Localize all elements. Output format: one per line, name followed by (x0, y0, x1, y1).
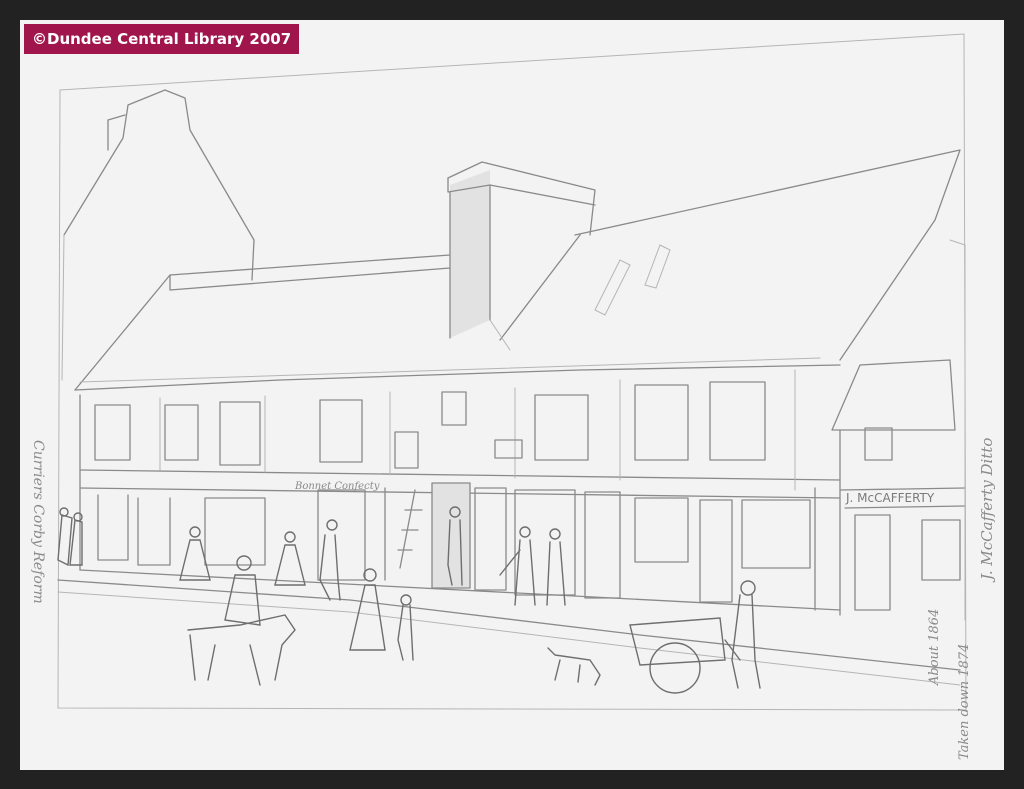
left-gable-house (61, 89, 255, 381)
building-facade-ground (79, 482, 841, 611)
inscription-mccafferty-ditto: J. McCafferty Ditto (978, 438, 996, 583)
group-of-people-left (57, 507, 83, 567)
pencil-sketch-street-scene: J. McCAFFERTY Bonnet Confecty Curriers C… (30, 33, 996, 760)
copyright-watermark: ©Dundee Central Library 2007 (24, 24, 300, 54)
shop-sign-mccafferty: J. McCAFFERTY (845, 491, 935, 505)
woman-with-child (349, 568, 414, 661)
mccafferty-shop: J. McCAFFERTY (831, 239, 966, 621)
inscription-curriers-corby-reform: Curriers Corby Reform (30, 440, 46, 604)
main-roof (74, 149, 961, 391)
man-riding-donkey (187, 555, 296, 686)
handwritten-inscriptions: Bonnet Confecty Curriers Corby Reform Ab… (30, 438, 996, 760)
central-chimney (447, 161, 596, 351)
inscription-about-1864: About 1864 (927, 609, 942, 686)
inscription-taken-down-1874: Taken down 1874 (957, 644, 972, 760)
dog (547, 647, 601, 686)
artwork-viewer: J. McCAFFERTY Bonnet Confecty Curriers C… (0, 0, 1024, 789)
inscription-bonnet-confecty: Bonnet Confecty (294, 481, 380, 492)
handcart-with-man (629, 580, 761, 694)
